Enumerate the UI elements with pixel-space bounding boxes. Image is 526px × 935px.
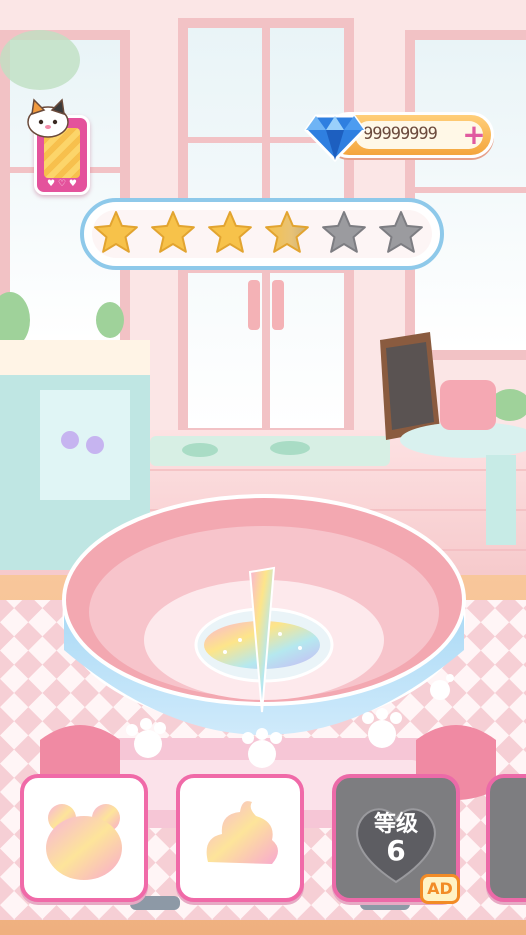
- game-stage: ♥ ♡ ♥ 99999999 + 等级 6 AD: [0, 0, 526, 935]
- star-icon: [265, 211, 309, 253]
- star-progress-bar: [80, 198, 444, 270]
- star-row: [94, 211, 423, 253]
- locked-tray[interactable]: 等级 6 AD: [332, 774, 460, 904]
- star-icon: [208, 211, 252, 253]
- level-requirement: 等级 6: [336, 812, 456, 867]
- plus-icon[interactable]: +: [461, 121, 487, 149]
- star-icon: [151, 211, 195, 253]
- swirl-icon: [206, 801, 278, 864]
- star-icon: [379, 211, 423, 253]
- bear-shape-tray[interactable]: [20, 774, 148, 902]
- ad-badge[interactable]: AD: [420, 874, 460, 904]
- gem-value: 99999999: [363, 124, 438, 144]
- star-icon: [322, 211, 366, 253]
- swirl-shape-tray[interactable]: [176, 774, 304, 902]
- heart-icon: ♥ ♡ ♥: [47, 179, 77, 189]
- bear-icon: [46, 804, 122, 880]
- diamond-icon: [304, 114, 366, 163]
- star-icon: [94, 211, 138, 253]
- level-value: 6: [386, 834, 406, 867]
- cat-icon: [27, 98, 69, 138]
- partial-tray[interactable]: [486, 774, 526, 902]
